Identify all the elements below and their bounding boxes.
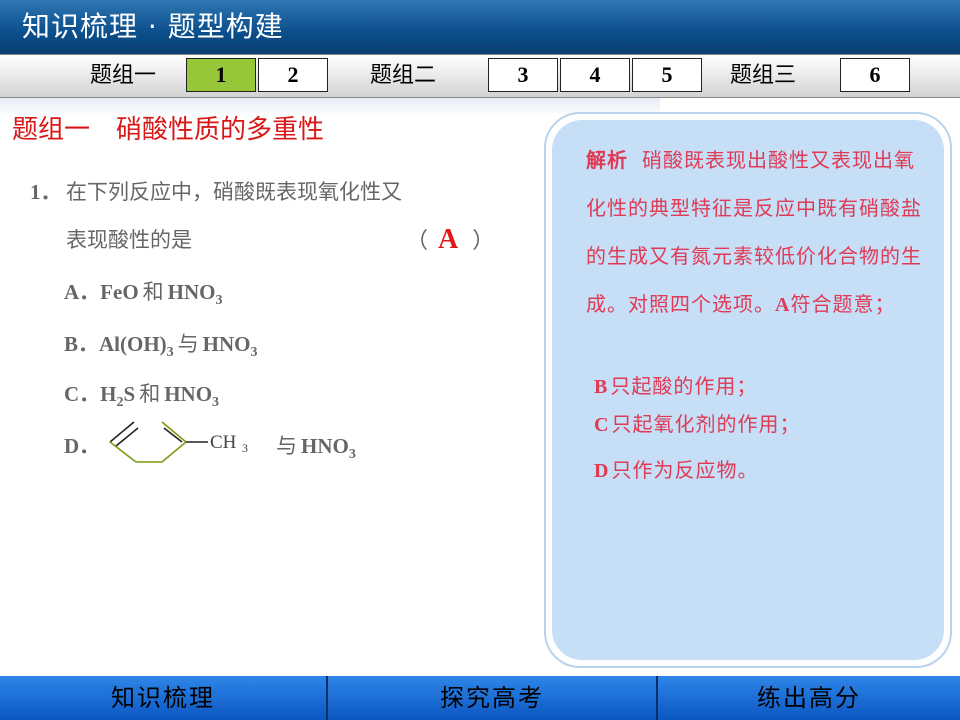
nav-question-5[interactable]: 5 <box>632 58 702 92</box>
analysis-body: 硝酸既表现出酸性又表现出氧化性的典型特征是反应中既有硝酸盐的生成又有氮元素较低价… <box>586 148 922 316</box>
question-text-line2: 表现酸性的是 <box>66 228 192 252</box>
analysis-line-d: D 只作为反应物。 <box>594 454 758 483</box>
nav-group1-label[interactable]: 题组一 <box>90 61 156 91</box>
question-nav: 题组一 1 2 题组二 3 4 5 题组三 6 <box>0 54 960 98</box>
option-b-acid-sub: 3 <box>250 345 258 361</box>
option-b-acid: HNO <box>202 332 251 356</box>
nav-question-1[interactable]: 1 <box>186 58 256 92</box>
option-c-prefix: C． <box>64 382 101 406</box>
option-c-reactant-h: H <box>100 382 117 406</box>
analysis-letter-d: D <box>594 460 610 482</box>
analysis-letter-b: B <box>594 376 609 398</box>
option-b-reactant-sub: 3 <box>166 345 174 361</box>
option-a-join: 和 <box>142 280 164 304</box>
methyl-label: CH <box>210 432 237 453</box>
option-b-join: 与 <box>177 332 199 356</box>
analysis-label: 解析 <box>586 148 628 172</box>
question-number: 1． <box>30 180 62 204</box>
analysis-body-end: 符合题意； <box>790 292 896 316</box>
option-d-prefix: D． <box>64 434 101 458</box>
option-a-acid-sub: 3 <box>215 293 223 309</box>
analysis-letter-a: A <box>775 294 791 316</box>
option-b-prefix: B． <box>64 332 100 356</box>
option-c-acid-sub: 3 <box>212 395 220 411</box>
analysis-text-b: 只起酸的作用； <box>610 374 758 398</box>
option-d-acid-sub: 3 <box>348 447 356 463</box>
analysis-panel: 解析 硝酸既表现出酸性又表现出氧化性的典型特征是反应中既有硝酸盐的生成又有氮元素较… <box>544 112 952 668</box>
nav-question-6[interactable]: 6 <box>840 58 910 92</box>
option-a-acid: HNO <box>167 280 216 304</box>
option-c-join: 和 <box>139 382 161 406</box>
option-c-reactant-s: S <box>123 382 136 406</box>
methyl-label-sub: 3 <box>242 441 248 455</box>
section-title: 题组一 硝酸性质的多重性 <box>12 115 325 145</box>
option-c-reactant-sub: 2 <box>116 395 124 411</box>
nav-question-4[interactable]: 4 <box>560 58 630 92</box>
analysis-text-d: 只作为反应物。 <box>611 458 759 482</box>
footer-button-knowledge[interactable]: 知识梳理 <box>0 676 326 720</box>
analysis-letter-c: C <box>594 414 610 436</box>
nav-question-3[interactable]: 3 <box>488 58 558 92</box>
footer-button-explore[interactable]: 探究高考 <box>328 676 656 720</box>
option-d-join: 与 <box>276 434 297 458</box>
question-text-line1: 在下列反应中，硝酸既表现氧化性又 <box>66 180 402 204</box>
option-b[interactable]: B．Al(OH)3 与 HNO3 <box>64 328 258 361</box>
option-c-acid: HNO <box>164 382 213 406</box>
option-a-prefix: A． <box>64 280 101 304</box>
answer-open: （ <box>406 229 429 254</box>
footer-button-practice[interactable]: 练出高分 <box>658 676 960 720</box>
option-d-acid: HNO <box>301 434 349 458</box>
option-a[interactable]: A．FeO 和 HNO3 <box>64 276 223 309</box>
option-c[interactable]: C．H2S 和 HNO3 <box>64 378 219 411</box>
option-d[interactable]: D． <box>64 430 100 460</box>
analysis-line-c: C 只起氧化剂的作用； <box>594 408 800 437</box>
option-a-reactant: FeO <box>100 280 139 304</box>
option-b-reactant: Al(OH) <box>99 332 167 356</box>
analysis-line-b: B 只起酸的作用； <box>594 370 757 399</box>
answer-bracket: （ A ） <box>406 220 494 262</box>
page-title: 知识梳理 · 题型构建 <box>22 10 284 43</box>
toluene-structure-icon: CH 3 <box>109 421 248 463</box>
nav-question-2[interactable]: 2 <box>258 58 328 92</box>
footer-bar: 知识梳理 探究高考 练出高分 <box>0 676 960 720</box>
nav-group2-label[interactable]: 题组二 <box>370 61 436 91</box>
answer-close: ） <box>472 229 495 254</box>
nav-group3-label[interactable]: 题组三 <box>730 61 796 91</box>
analysis-text: 解析 硝酸既表现出酸性又表现出氧化性的典型特征是反应中既有硝酸盐的生成又有氮元素较… <box>586 136 926 329</box>
option-d-rest: 与 HNO3 <box>272 430 356 463</box>
analysis-text-c: 只起氧化剂的作用； <box>611 412 801 436</box>
header-bar: 知识梳理 · 题型构建 <box>0 0 960 54</box>
answer-value: A <box>438 224 459 255</box>
